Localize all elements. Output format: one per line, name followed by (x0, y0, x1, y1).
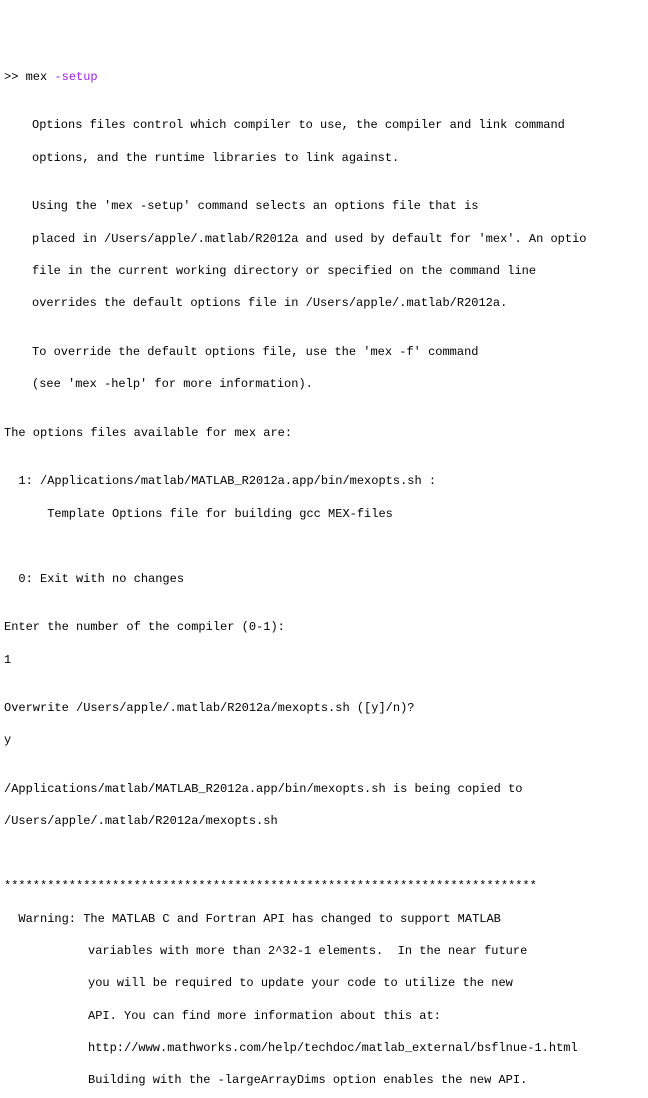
output-text: file in the current working directory or… (4, 263, 648, 279)
warning-text: Warning: The MATLAB C and Fortran API ha… (4, 911, 648, 927)
warning-text: API. You can find more information about… (4, 1008, 648, 1024)
warning-text: you will be required to update your code… (4, 975, 648, 991)
output-text: The options files available for mex are: (4, 425, 648, 441)
output-text: placed in /Users/apple/.matlab/R2012a an… (4, 231, 648, 247)
option-item: 1: /Applications/matlab/MATLAB_R2012a.ap… (4, 473, 648, 489)
output-text: (see 'mex -help' for more information). (4, 376, 648, 392)
user-input[interactable]: 1 (4, 652, 648, 668)
option-item: 0: Exit with no changes (4, 571, 648, 587)
output-text: To override the default options file, us… (4, 344, 648, 360)
output-text: options, and the runtime libraries to li… (4, 150, 648, 166)
command-base: mex (26, 70, 55, 84)
command-line: >> mex -setup (4, 69, 648, 85)
prompt-marker: >> (4, 70, 26, 84)
output-text: Using the 'mex -setup' command selects a… (4, 198, 648, 214)
output-text: overrides the default options file in /U… (4, 295, 648, 311)
command-arg: -setup (54, 70, 97, 84)
output-text: Options files control which compiler to … (4, 117, 648, 133)
separator-line: ****************************************… (4, 878, 648, 894)
warning-text: http://www.mathworks.com/help/techdoc/ma… (4, 1040, 648, 1056)
warning-text: Building with the -largeArrayDims option… (4, 1072, 648, 1088)
input-prompt: Overwrite /Users/apple/.matlab/R2012a/me… (4, 700, 648, 716)
input-prompt: Enter the number of the compiler (0-1): (4, 619, 648, 635)
output-text: /Applications/matlab/MATLAB_R2012a.app/b… (4, 781, 648, 797)
output-text: /Users/apple/.matlab/R2012a/mexopts.sh (4, 813, 648, 829)
warning-text: variables with more than 2^32-1 elements… (4, 943, 648, 959)
user-input[interactable]: y (4, 732, 648, 748)
option-item: Template Options file for building gcc M… (4, 506, 648, 522)
